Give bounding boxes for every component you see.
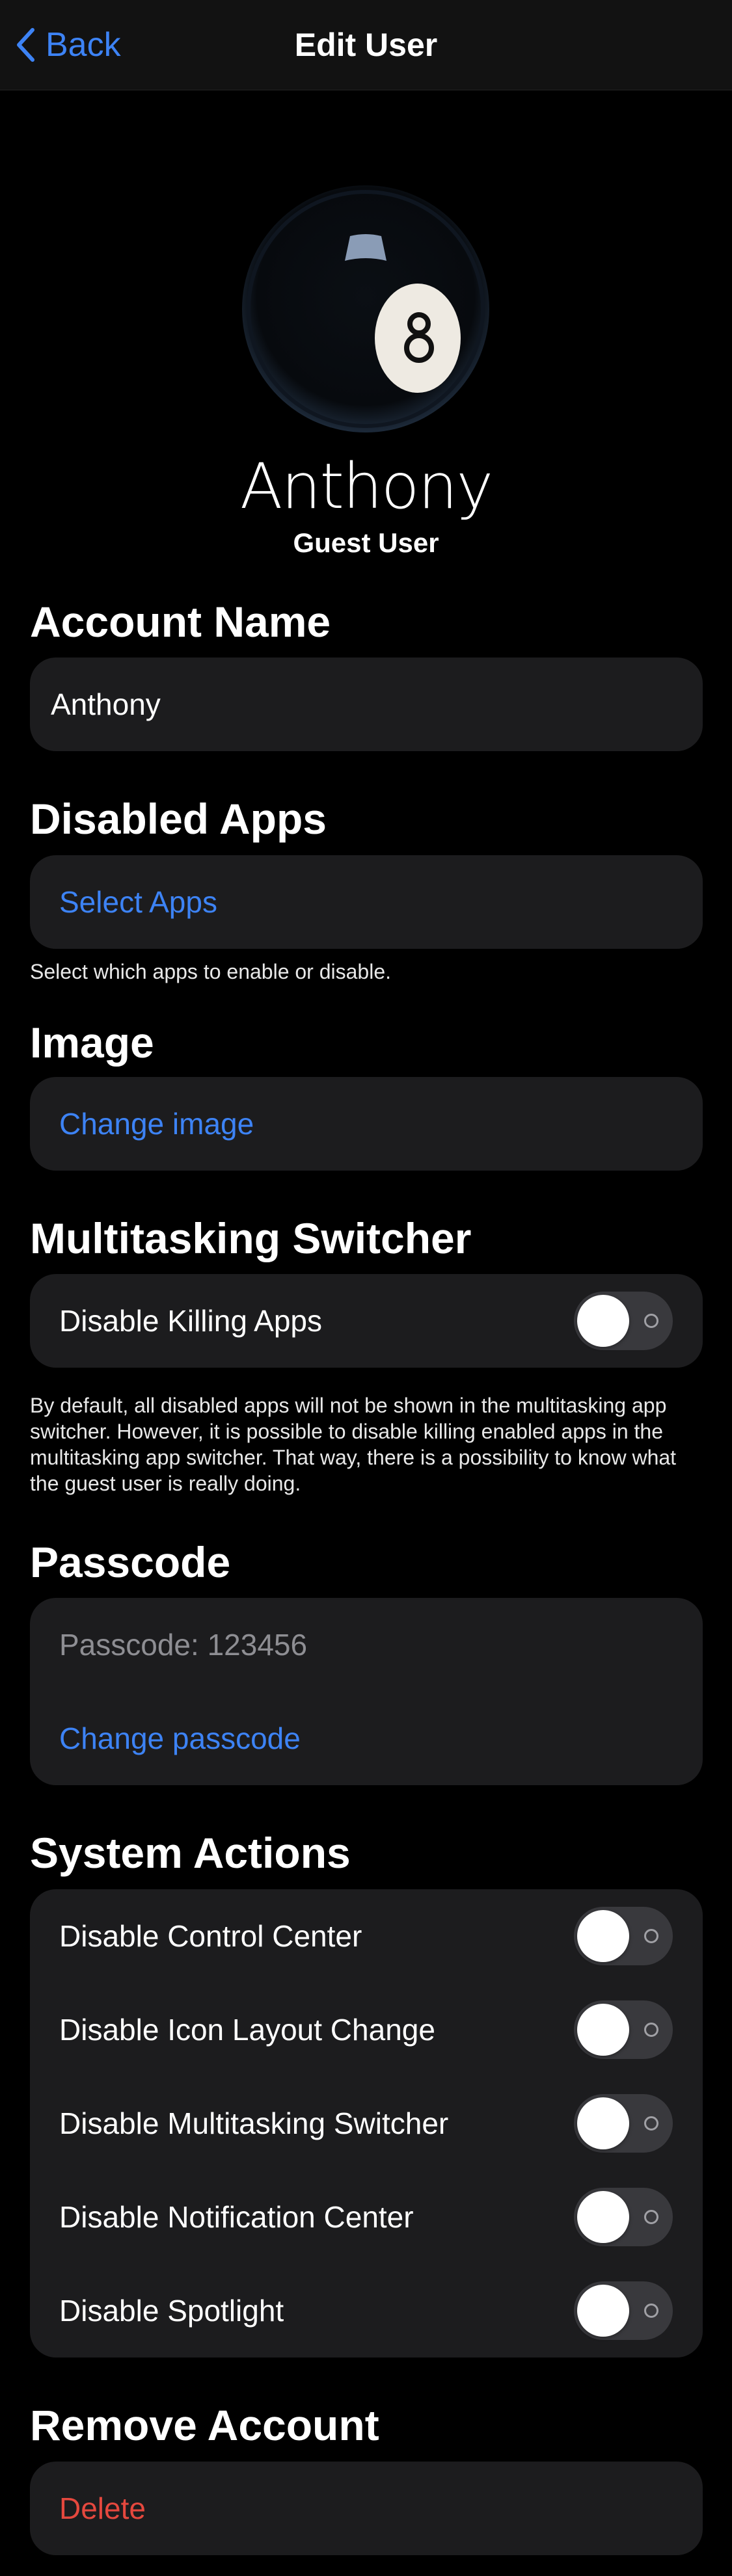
- passcode-heading: Passcode: [30, 1538, 231, 1586]
- disable-notification-center-toggle[interactable]: [574, 2188, 673, 2246]
- system-action-row: Disable Icon Layout Change: [30, 1983, 703, 2077]
- eight-ball-icon[interactable]: [241, 184, 491, 434]
- off-indicator-icon: [644, 2023, 658, 2037]
- system-action-label: Disable Multitasking Switcher: [59, 2106, 449, 2140]
- system-actions-heading: System Actions: [30, 1829, 351, 1877]
- disabled-apps-footer: Select which apps to enable or disable.: [30, 960, 392, 983]
- system-action-row: Disable Multitasking Switcher: [30, 2077, 703, 2170]
- remove-account-heading: Remove Account: [30, 2401, 379, 2449]
- disabled-apps-section: Select Apps: [30, 855, 703, 949]
- multitasking-heading: Multitasking Switcher: [30, 1214, 472, 1262]
- toggle-knob: [577, 2285, 629, 2337]
- off-indicator-icon: [644, 2304, 658, 2318]
- disable-control-center-toggle[interactable]: [574, 1907, 673, 1965]
- system-actions-section: Disable Control Center Disable Icon Layo…: [30, 1889, 703, 2357]
- off-indicator-icon: [644, 1314, 658, 1328]
- toggle-label: Disable Killing Apps: [59, 1304, 323, 1338]
- passcode-section: Passcode: 123456 Change passcode: [30, 1598, 703, 1785]
- remove-account-section: Delete: [30, 2462, 703, 2555]
- change-image-button[interactable]: Change image: [30, 1077, 703, 1171]
- disable-killing-apps-row: Disable Killing Apps: [30, 1274, 703, 1368]
- account-name-section: Anthony: [30, 657, 703, 751]
- system-action-row: Disable Notification Center: [30, 2170, 703, 2264]
- off-indicator-icon: [644, 1929, 658, 1943]
- disable-spotlight-toggle[interactable]: [574, 2281, 673, 2340]
- toggle-knob: [577, 2004, 629, 2056]
- disable-icon-layout-change-toggle[interactable]: [574, 2000, 673, 2059]
- account-name-input[interactable]: Anthony: [30, 657, 703, 751]
- toggle-knob: [577, 1295, 629, 1347]
- current-passcode: Passcode: 123456: [59, 1628, 308, 1662]
- system-action-label: Disable Spotlight: [59, 2294, 284, 2328]
- profile-name: Anthony: [239, 450, 493, 523]
- image-section: Change image: [30, 1077, 703, 1171]
- change-passcode-button[interactable]: Change passcode: [30, 1692, 703, 1785]
- image-heading: Image: [30, 1018, 154, 1067]
- multitasking-footer: By default, all disabled apps will not b…: [30, 1394, 677, 1495]
- page-title: Edit User: [294, 27, 438, 63]
- multitasking-section: Disable Killing Apps: [30, 1274, 703, 1368]
- toggle-knob: [577, 2191, 629, 2243]
- delete-button[interactable]: Delete: [30, 2462, 703, 2555]
- select-apps-button[interactable]: Select Apps: [30, 855, 703, 949]
- disabled-apps-heading: Disabled Apps: [30, 795, 327, 843]
- navigation-bar: Back Edit User: [0, 0, 732, 90]
- account-name-heading: Account Name: [30, 598, 331, 646]
- system-action-label: Disable Icon Layout Change: [59, 2013, 435, 2047]
- system-action-row: Disable Control Center: [30, 1889, 703, 1983]
- profile-role: Guest User: [293, 527, 439, 558]
- toggle-knob: [577, 1910, 629, 1962]
- system-action-label: Disable Notification Center: [59, 2200, 414, 2234]
- disable-multitasking-switcher-toggle[interactable]: [574, 2094, 673, 2153]
- off-indicator-icon: [644, 2210, 658, 2224]
- system-action-row: Disable Spotlight: [30, 2264, 703, 2357]
- system-action-label: Disable Control Center: [59, 1919, 362, 1953]
- off-indicator-icon: [644, 2116, 658, 2131]
- toggle-knob: [577, 2097, 629, 2149]
- disable-killing-apps-toggle[interactable]: [574, 1292, 673, 1350]
